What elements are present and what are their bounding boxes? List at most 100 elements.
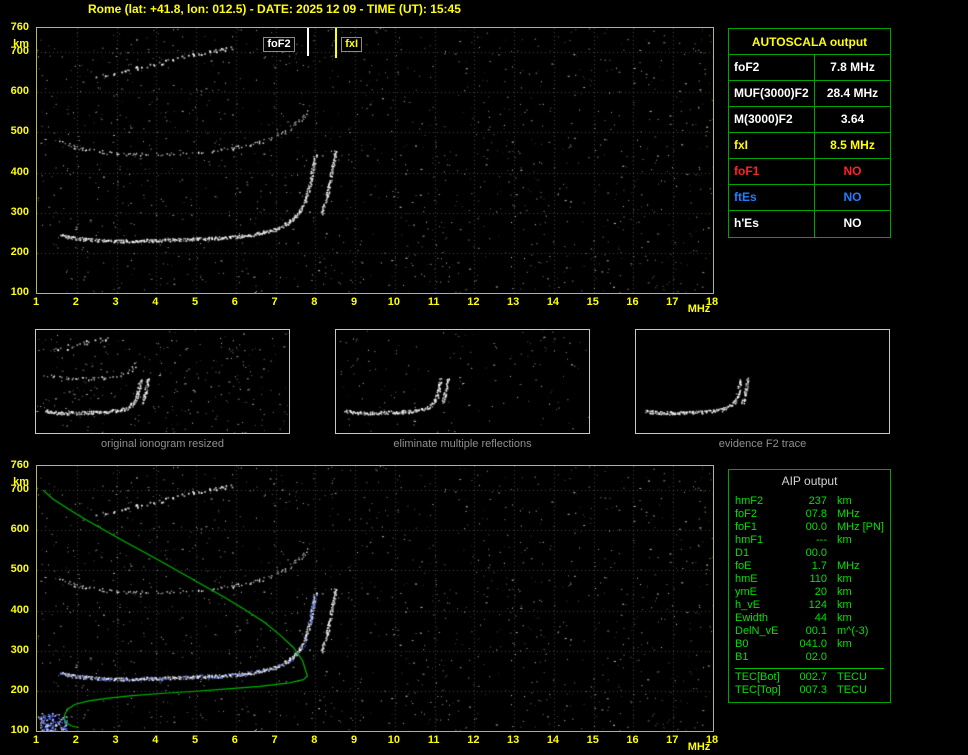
autoscala-param-value: 28.4 MHz <box>826 86 879 100</box>
x-axis-tick: 15 <box>586 296 599 308</box>
aip-param-name: Ewidth <box>735 612 769 624</box>
x-axis-tick: 2 <box>72 734 79 746</box>
y-axis-tick: 760 <box>10 459 29 471</box>
aip-param-value: 00.1 <box>805 625 827 637</box>
aip-row: hmF2 237 km <box>729 495 890 508</box>
thumbnail-eliminate-canvas <box>336 330 589 433</box>
aip-row: D1 00.0 <box>729 547 890 560</box>
x-axis-tick: 14 <box>546 296 560 308</box>
aip-param-name: foE <box>735 560 752 572</box>
thumbnail-original-canvas <box>36 330 289 433</box>
y-axis-tick: 600 <box>10 523 29 536</box>
x-axis-tick: 10 <box>387 296 400 308</box>
aip-param-value: 1.7 <box>811 560 827 572</box>
aip-param-unit: km <box>837 573 852 585</box>
page-title: Rome (lat: +41.8, lon: 012.5) - DATE: 20… <box>88 2 461 16</box>
x-axis-tick: 10 <box>387 734 400 746</box>
aip-param-unit: km <box>837 495 852 507</box>
y-axis-tick: 300 <box>10 205 29 218</box>
y-axis-tick: 200 <box>10 683 29 696</box>
x-axis-tick: 6 <box>231 734 238 746</box>
x-axis-tick: 1 <box>32 296 40 308</box>
autoscala-param-value: NO <box>843 190 862 204</box>
autoscala-param-value: NO <box>843 216 862 230</box>
x-axis-tick: 4 <box>152 296 159 308</box>
y-axis-tick: 600 <box>10 85 29 98</box>
aip-param-name: hmF2 <box>735 495 764 507</box>
aip-param-value: 110 <box>809 573 827 585</box>
aip-param-unit: m^(-3) <box>837 625 869 637</box>
thumbnail-caption: eliminate multiple reflections <box>393 438 532 450</box>
x-axis-tick: 7 <box>271 734 278 746</box>
aip-param-unit: km <box>837 586 852 598</box>
aip-output-table: AIP output hmF2 237 km foF2 07.8 MHz foF1 00.0 M… <box>728 469 891 703</box>
top-ionogram-canvas <box>37 28 713 293</box>
y-axis-tick: 400 <box>10 603 29 616</box>
aip-row: DelN_vE 00.1 m^(-3) <box>729 625 890 638</box>
aip-tec-value: 007.3 <box>799 684 827 696</box>
y-axis-unit: km <box>13 476 29 488</box>
autoscala-output-table: AUTOSCALA output foF2 7.8 MHz MUF(3000)F2 2… <box>728 28 891 238</box>
aip-row: foE 1.7 MHz <box>729 560 890 573</box>
aip-param-unit: km <box>837 599 852 611</box>
fxi-marker-label: fxI <box>341 37 363 52</box>
x-axis-tick: 11 <box>427 734 440 746</box>
autoscala-row: fxI 8.5 MHz <box>729 133 890 159</box>
x-axis-tick: 8 <box>311 296 318 308</box>
x-axis-tick: 13 <box>507 296 520 308</box>
aip-tec-row: TEC[Bot] 002.7 TECU <box>735 671 884 684</box>
aip-param-name: B0 <box>735 638 749 650</box>
aip-param-value: 00.0 <box>805 547 827 559</box>
bottom-ionogram-plot <box>36 465 714 732</box>
fof2-marker-label: foF2 <box>263 37 295 52</box>
aip-param-name: hmF1 <box>735 534 764 546</box>
thumbnail-caption: evidence F2 trace <box>718 438 807 450</box>
aip-param-value: 00.0 <box>805 521 827 533</box>
aip-tec-value: 002.7 <box>799 671 827 683</box>
y-axis-tick: 500 <box>10 563 29 576</box>
x-axis-tick: 14 <box>546 734 560 746</box>
aip-row: B1 02.0 <box>729 651 890 664</box>
aip-param-value: 124 <box>808 599 827 611</box>
y-axis-tick: 400 <box>10 165 29 178</box>
x-axis-tick: 12 <box>467 734 480 746</box>
aip-row: foF2 07.8 MHz <box>729 508 890 521</box>
thumbnail-caption: original ionogram resized <box>101 438 224 450</box>
autoscala-param-value: 3.64 <box>840 112 865 126</box>
aip-tec-row: TEC[Top] 007.3 TECU <box>735 684 884 697</box>
thumbnail-evidence-f2 <box>635 329 890 434</box>
aip-param-value: 237 <box>808 495 827 507</box>
aip-param-unit: km <box>837 638 852 650</box>
x-axis-tick: 6 <box>231 296 238 308</box>
aip-param-value: 20 <box>814 586 827 598</box>
autoscala-row: M(3000)F2 3.64 <box>729 107 890 133</box>
aip-tec-name: TEC[Bot] <box>735 671 780 683</box>
x-axis-tick: 15 <box>586 734 599 746</box>
x-axis-tick: 5 <box>191 296 199 308</box>
autoscala-param-value: 8.5 MHz <box>830 138 875 152</box>
aip-param-name: hmE <box>735 573 758 585</box>
aip-row: foF1 00.0 MHz [PN] <box>729 521 890 534</box>
autoscala-param-value: NO <box>843 164 862 178</box>
aip-row: hmE 110 km <box>729 573 890 586</box>
autoscala-row: foF2 7.8 MHz <box>729 55 890 81</box>
autoscala-row: foF1 NO <box>729 159 890 185</box>
autoscala-table-header: AUTOSCALA output <box>729 29 890 55</box>
aip-param-name: D1 <box>735 547 750 559</box>
x-axis-tick: 16 <box>626 296 639 308</box>
aip-param-note: [PN] <box>862 521 884 533</box>
aip-tec-name: TEC[Top] <box>735 684 781 696</box>
aip-param-unit: MHz <box>837 508 860 520</box>
aip-tec-section: TEC[Bot] 002.7 TECU TEC[Top] 007.3 TECU <box>735 668 884 697</box>
autoscala-param-label: foF1 <box>729 159 815 184</box>
aip-param-name: ymE <box>735 586 757 598</box>
x-axis-tick: 7 <box>271 296 278 308</box>
aip-param-value: 02.0 <box>805 651 827 663</box>
autoscala-row: ftEs NO <box>729 185 890 211</box>
aip-param-name: DelN_vE <box>735 625 779 637</box>
x-axis-tick: 9 <box>351 296 358 308</box>
aip-param-unit: MHz <box>837 560 860 572</box>
autoscala-param-value: 7.8 MHz <box>830 60 875 74</box>
aip-param-unit: MHz <box>837 521 860 533</box>
autoscala-table-rows: foF2 7.8 MHz MUF(3000)F2 28.4 MHz M(3000)F2 3… <box>729 55 890 237</box>
